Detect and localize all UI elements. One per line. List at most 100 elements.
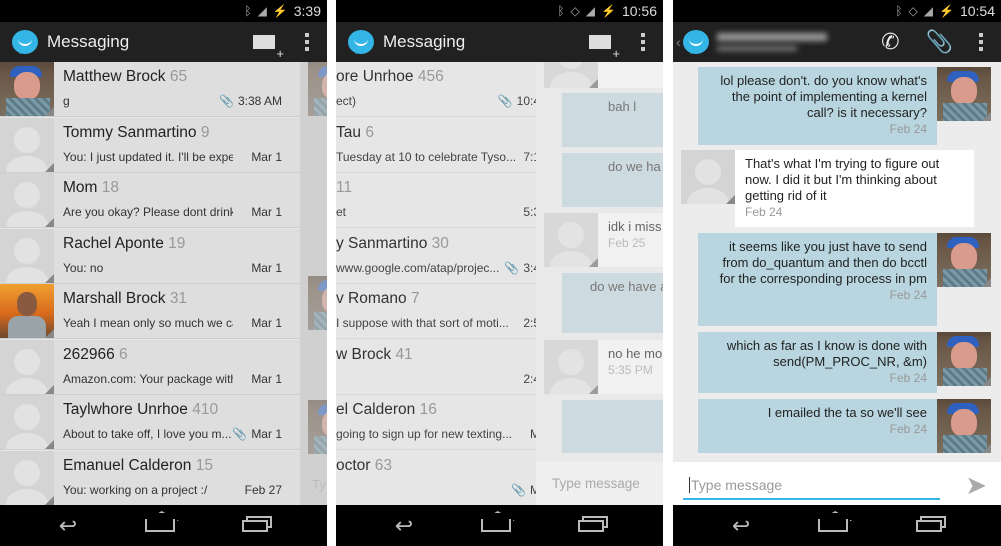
- conversation-row[interactable]: ore Unrhoe 456 ect) 📎10:4: [336, 62, 536, 117]
- message-text: it seems like you just have to send from…: [719, 239, 927, 286]
- overflow-menu-icon[interactable]: [305, 33, 309, 51]
- attach-paperclip-icon[interactable]: 📎: [926, 29, 953, 55]
- message-date: Feb 24: [889, 371, 927, 385]
- message-count: 456: [417, 68, 444, 85]
- conversation-row[interactable]: Emanuel Calderon 15 You: working on a pro…: [0, 450, 300, 505]
- message-time: Mar 1: [251, 150, 282, 164]
- contact-name-text: Emanuel Calderon: [63, 456, 192, 474]
- back-icon[interactable]: ↩: [59, 513, 77, 539]
- conversation-row[interactable]: el Calderon 16 going to sign up for new t…: [336, 395, 536, 450]
- conversation-row[interactable]: v Romano 7 I suppose with that sort of mo…: [336, 284, 536, 339]
- back-icon[interactable]: ↩: [395, 513, 413, 539]
- message-bubble-outgoing: it seems like you just have to send from…: [698, 233, 937, 326]
- conversation-row[interactable]: octor 63 📎 M: [336, 450, 536, 505]
- message-input[interactable]: Type message: [536, 462, 663, 505]
- recents-icon[interactable]: [578, 519, 605, 532]
- conversation-row[interactable]: Taylwhore Unrhoe 410 About to take off, I…: [0, 395, 300, 450]
- phone-call-icon[interactable]: ✆: [881, 29, 899, 55]
- message-bubble-incoming: no he mo 5:35 PM: [598, 340, 663, 394]
- conversation-view: Type message Feb 24 bah l do we ha idk i mi…: [536, 62, 663, 505]
- conversation-row[interactable]: Marshall Brock 31 Yeah I mean only so muc…: [0, 284, 300, 339]
- home-icon[interactable]: [144, 519, 175, 532]
- time-text: Mar 1: [251, 371, 282, 386]
- messaging-logo-icon[interactable]: [682, 30, 709, 54]
- messaging-logo-icon[interactable]: [348, 30, 374, 54]
- screen-conversation-list: ᛒ ◢ ⚡ 3:39 Messaging Ty Matthew Brock 65…: [0, 0, 327, 546]
- send-icon[interactable]: ➤: [965, 470, 987, 501]
- avatar: [0, 228, 54, 283]
- message-time: Mar 1: [251, 372, 282, 386]
- overflow-menu-icon[interactable]: [641, 33, 645, 51]
- conversation-row[interactable]: Tommy Sanmartino 9 You: I just updated it…: [0, 117, 300, 173]
- action-bar: Messaging: [336, 22, 663, 62]
- avatar: [308, 62, 327, 116]
- conversation-row[interactable]: 11 et 5:3: [336, 173, 536, 228]
- contact-name-text: octor: [336, 456, 371, 474]
- message-bubble-incoming: That's what I'm trying to figure out now…: [735, 150, 974, 227]
- contact-name-text: 262966: [63, 345, 115, 363]
- avatar: [308, 400, 327, 454]
- avatar: [308, 276, 327, 330]
- message-count: 16: [419, 401, 437, 418]
- conversation-row[interactable]: Tau 6 Tuesday at 10 to celebrate Tyso... 7…: [336, 117, 536, 173]
- message-text: no he mo: [608, 346, 663, 361]
- message-preview: ect): [336, 94, 357, 108]
- message-bubble-outgoing: [562, 400, 663, 453]
- contact-name-text: Mom: [63, 179, 98, 196]
- message-count: 18: [101, 179, 120, 196]
- contact-name-text: Rachel Aponte: [63, 234, 164, 252]
- up-chevron-icon[interactable]: ‹: [676, 34, 681, 50]
- messaging-logo-icon[interactable]: [12, 30, 38, 54]
- message-time: 📎10:4: [498, 94, 536, 108]
- attachment-icon: 📎: [504, 260, 520, 275]
- home-icon[interactable]: [818, 519, 849, 532]
- contact-name: Tau 6: [336, 124, 374, 142]
- home-icon[interactable]: [480, 519, 511, 532]
- time-text: Feb 27: [244, 482, 282, 497]
- bluetooth-icon: ᛒ: [557, 4, 565, 18]
- avatar: [937, 67, 991, 121]
- message-time: 📎 Mar 1: [232, 427, 282, 441]
- time-text: Mar 1: [251, 316, 282, 330]
- peek-input-placeholder: Ty: [312, 477, 326, 492]
- conversation-row[interactable]: Matthew Brock 65 g 📎 3:38 AM: [0, 62, 300, 117]
- attachment-icon: 📎: [497, 94, 513, 108]
- message-date: Feb 25: [608, 236, 646, 250]
- message-input[interactable]: Type message: [683, 472, 940, 500]
- message-bubble-incoming: idk i miss Feb 25: [598, 213, 663, 267]
- contact-name-text: el Calderon: [336, 401, 416, 418]
- avatar: [937, 233, 991, 287]
- message-time: 5:3: [523, 205, 536, 219]
- new-message-icon[interactable]: [589, 35, 620, 61]
- avatar: [0, 62, 54, 116]
- contact-name: octor 63: [336, 457, 392, 475]
- recents-icon[interactable]: [916, 519, 943, 532]
- conversation-row[interactable]: 262966 6 Amazon.com: Your package with...…: [0, 339, 300, 395]
- avatar: [937, 332, 991, 386]
- recents-icon[interactable]: [242, 519, 269, 532]
- battery-charging-icon: ⚡: [939, 4, 954, 18]
- conversation-row[interactable]: Rachel Aponte 19 You: no Mar 1: [0, 228, 300, 284]
- new-message-icon[interactable]: [253, 35, 284, 61]
- app-title: Messaging: [47, 32, 130, 51]
- contact-name: el Calderon 16: [336, 401, 437, 419]
- status-time: 3:39: [293, 3, 321, 19]
- message-preview: Yeah I mean only so much we ca...: [63, 316, 233, 330]
- bluetooth-icon: ᛒ: [895, 4, 903, 18]
- message-count: 410: [192, 401, 219, 418]
- back-icon[interactable]: ↩: [732, 513, 750, 539]
- battery-charging-icon: ⚡: [272, 4, 288, 18]
- conversation-list: ore Unrhoe 456ect)📎10:4Tau 6Tuesday at 1…: [336, 62, 536, 505]
- contact-name-text: y Sanmartino: [336, 234, 428, 252]
- conversation-row[interactable]: y Sanmartino 30 www.google.com/atap/proje…: [336, 228, 536, 284]
- contact-name-text: v Romano: [336, 290, 407, 307]
- message-time: 📎3:4: [504, 261, 536, 275]
- conversation-row[interactable]: w Brock 41 2:4: [336, 339, 536, 395]
- avatar: [681, 150, 735, 204]
- status-bar: ᛒ ◇ ◢ ⚡ 10:54: [673, 0, 1001, 22]
- overflow-menu-icon[interactable]: [979, 33, 983, 51]
- contact-name: 11: [336, 179, 352, 197]
- message-count: 11: [336, 179, 353, 196]
- message-preview: Are you okay? Please dont drink...: [63, 205, 233, 219]
- conversation-row[interactable]: Mom 18 Are you okay? Please dont drink...…: [0, 173, 300, 228]
